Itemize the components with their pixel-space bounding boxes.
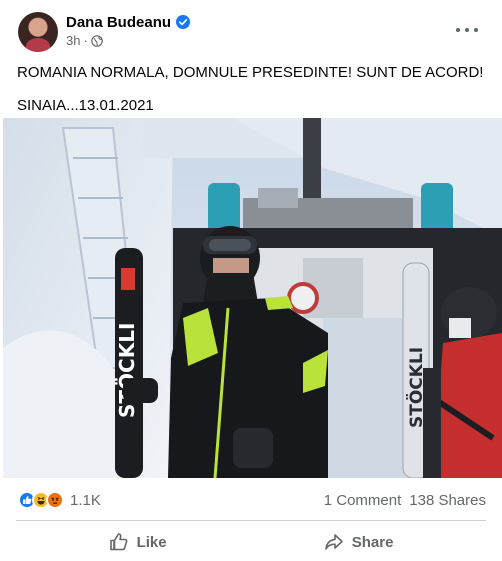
more-icon[interactable]	[456, 20, 478, 40]
reaction-count[interactable]: 1.1K	[70, 492, 101, 509]
share-label: Share	[351, 533, 394, 551]
post-time[interactable]: 3h	[66, 33, 80, 48]
thumbs-up-icon	[109, 533, 127, 551]
share-arrow-icon	[324, 534, 343, 550]
engagement-counts: 1 Comment 138 Shares	[324, 492, 486, 509]
meta-separator: ·	[83, 33, 88, 48]
share-button[interactable]: Share	[284, 524, 434, 560]
share-count[interactable]: 138 Shares	[409, 492, 486, 509]
stats-divider	[16, 520, 486, 521]
post-text-line-1: ROMANIA NORMALA, DOMNULE PRESEDINTE! SUN…	[17, 64, 484, 81]
post-photo[interactable]: STÖCKLI STÖCKLI	[3, 118, 502, 478]
like-label: Like	[136, 533, 167, 551]
comment-count[interactable]: 1 Comment	[324, 492, 402, 509]
author-row: Dana Budeanu	[66, 12, 191, 32]
author-name[interactable]: Dana Budeanu	[66, 14, 171, 31]
photo-scene: STÖCKLI STÖCKLI	[3, 118, 502, 478]
globe-icon	[91, 34, 103, 47]
post-stats: 1.1K 1 Comment 138 Shares	[0, 480, 502, 520]
like-button[interactable]: Like	[69, 524, 207, 560]
post-meta: 3h ·	[66, 33, 103, 48]
angry-reaction-icon	[46, 491, 64, 509]
verified-icon	[176, 15, 191, 29]
facebook-post: Dana Budeanu 3h · ROMANIA NORMALA, DOMNU…	[0, 0, 502, 561]
post-text-line-2: SINAIA...13.01.2021	[17, 97, 154, 114]
author-avatar[interactable]	[18, 12, 58, 52]
ski-brand-left: STÖCKLI	[115, 323, 139, 418]
reactions[interactable]: 1.1K	[18, 491, 101, 509]
post-actions: Like Share	[0, 524, 502, 560]
